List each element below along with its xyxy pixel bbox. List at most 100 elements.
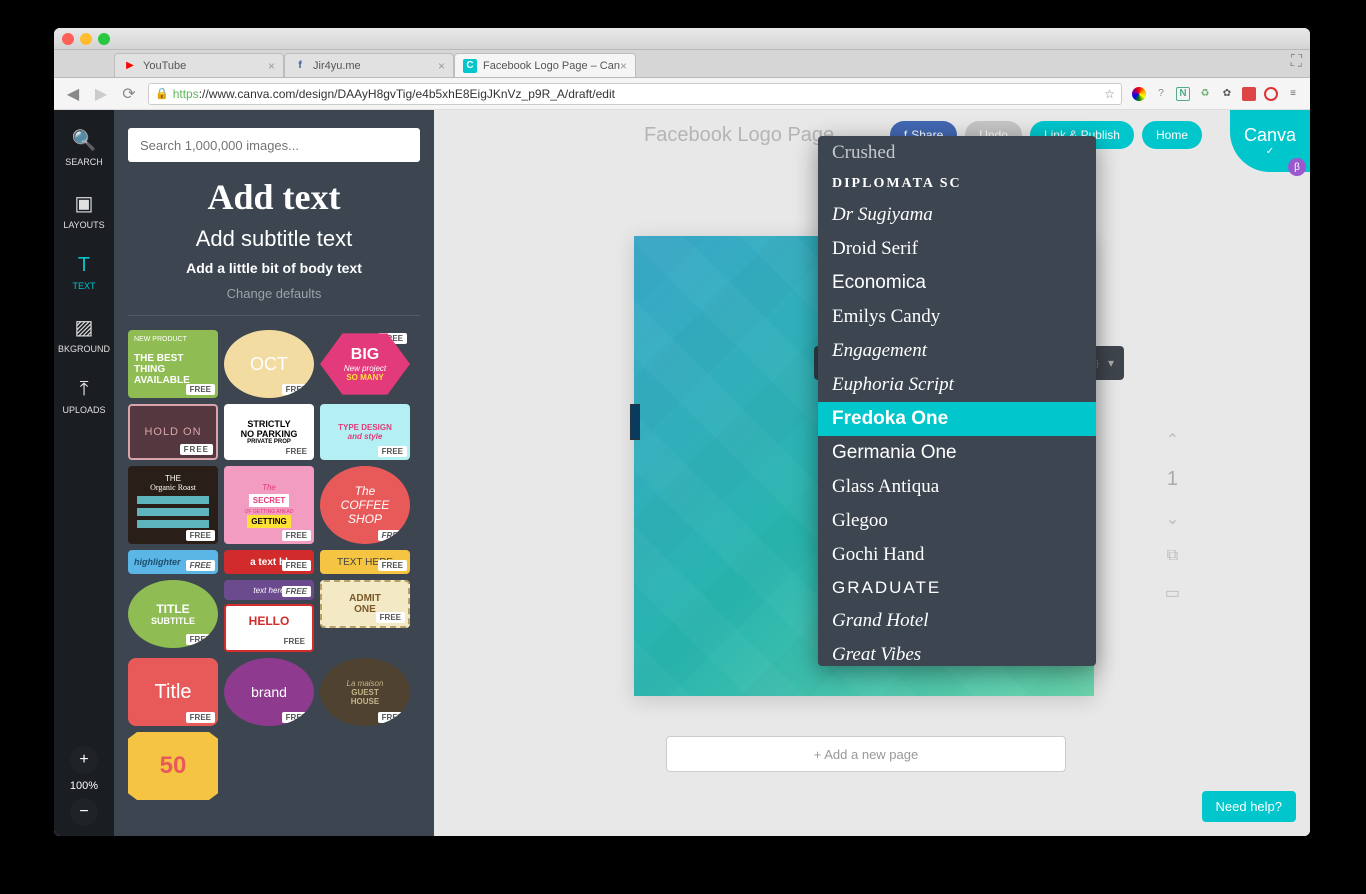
template-item[interactable]: TEXT HEREFREE <box>320 550 410 574</box>
template-item[interactable]: TheSECRETOF GETTING AHEADGETTINGFREE <box>224 466 314 544</box>
ext-icon[interactable] <box>1242 87 1256 101</box>
template-item[interactable]: TYPE DESIGNand styleFREE <box>320 404 410 460</box>
url-path: ://www.canva.com/design/DAAyH8gvTig/e4b5… <box>199 87 615 101</box>
font-option[interactable]: Economica <box>818 266 1096 300</box>
back-button[interactable]: ◀ <box>64 85 82 103</box>
add-heading-button[interactable]: Add text <box>128 176 420 218</box>
nav-uploads[interactable]: ⤒UPLOADS <box>62 378 105 415</box>
tab-jir4yu[interactable]: f Jir4yu.me × <box>284 53 454 77</box>
settings-icon[interactable]: ✿ <box>1220 87 1234 101</box>
add-page-button[interactable]: + Add a new page <box>666 736 1066 772</box>
help-button[interactable]: Need help? <box>1202 791 1297 822</box>
font-option[interactable]: Crushed <box>818 136 1096 170</box>
url-input[interactable]: 🔒 https://www.canva.com/design/DAAyH8gvT… <box>148 83 1122 105</box>
left-nav: 🔍SEARCH ▣LAYOUTS TTEXT ▨BKGROUND ⤒UPLOAD… <box>54 110 114 836</box>
extension-icons: ? N ♻ ✿ ≡ <box>1132 87 1300 101</box>
chevron-up-icon[interactable]: ⌃ <box>1166 430 1179 450</box>
template-item[interactable]: TITLESUBTITLEFREE <box>128 580 218 648</box>
tab-label: Jir4yu.me <box>313 60 361 72</box>
home-button[interactable]: Home <box>1142 121 1202 149</box>
ext-icon[interactable] <box>1264 87 1278 101</box>
zoom-value: 100% <box>54 780 114 792</box>
template-item[interactable]: OCTFREE <box>224 330 314 398</box>
chevron-down-icon[interactable]: ▾ <box>1108 356 1114 370</box>
fullscreen-icon[interactable]: ⛶ <box>1291 53 1302 71</box>
font-option[interactable]: Germania One <box>818 436 1096 470</box>
font-option[interactable]: Gochi Hand <box>818 538 1096 572</box>
ext-icon[interactable] <box>1132 87 1146 101</box>
close-tab-icon[interactable]: × <box>620 59 627 73</box>
minimize-window-button[interactable] <box>80 33 92 45</box>
template-item[interactable]: a text blFREE <box>224 550 314 574</box>
font-option-selected[interactable]: Fredoka One <box>818 402 1096 436</box>
search-input[interactable] <box>128 128 420 162</box>
nav-text[interactable]: TTEXT <box>72 254 95 291</box>
reload-button[interactable]: ⟳ <box>120 85 138 103</box>
beta-badge: β <box>1288 158 1306 176</box>
font-dropdown: Crushed Diplomata SC Dr Sugiyama Droid S… <box>818 136 1096 666</box>
zoom-in-button[interactable]: + <box>70 746 98 774</box>
template-item[interactable]: THEOrganic RoastFREE <box>128 466 218 544</box>
font-option[interactable]: Engagement <box>818 334 1096 368</box>
template-item[interactable]: NEW PRODUCTTHE BEST THING AVAILABLEFREE <box>128 330 218 398</box>
template-item[interactable]: brandFREE <box>224 658 314 726</box>
canva-logo[interactable]: Canva ✓ β <box>1230 110 1310 172</box>
ext-icon[interactable]: ♻ <box>1198 87 1212 101</box>
tab-label: YouTube <box>143 60 186 72</box>
tab-canva[interactable]: C Facebook Logo Page – Can × <box>454 53 636 77</box>
template-item[interactable]: FREEBIGNew projectSO MANY <box>320 330 410 398</box>
chevron-down-icon[interactable]: ⌄ <box>1166 509 1179 529</box>
change-defaults-link[interactable]: Change defaults <box>128 286 420 316</box>
template-item[interactable]: TitleFREE <box>128 658 218 726</box>
maximize-window-button[interactable] <box>98 33 110 45</box>
nav-layouts[interactable]: ▣LAYOUTS <box>63 191 104 230</box>
facebook-icon: f <box>293 59 307 73</box>
font-option[interactable]: Glass Antiqua <box>818 470 1096 504</box>
ext-icon[interactable]: N <box>1176 87 1190 101</box>
tab-strip: ▶ YouTube × f Jir4yu.me × C Facebook Log… <box>54 50 1310 78</box>
text-element-selected[interactable] <box>630 404 640 440</box>
template-item[interactable]: STRICTLYNO PARKINGPRIVATE PROPFREE <box>224 404 314 460</box>
upload-icon: ⤒ <box>62 378 105 401</box>
template-item[interactable]: La maisonGUESTHOUSEFREE <box>320 658 410 726</box>
template-item[interactable]: TheCOFFEESHOPFREE <box>320 466 410 544</box>
forward-button[interactable]: ▶ <box>92 85 110 103</box>
bookmark-star-icon[interactable]: ☆ <box>1104 87 1115 101</box>
font-option[interactable]: Emilys Candy <box>818 300 1096 334</box>
nav-background[interactable]: ▨BKGROUND <box>58 315 110 354</box>
zoom-out-button[interactable]: − <box>70 798 98 826</box>
template-item[interactable]: highlighterFREE <box>128 550 218 574</box>
font-option[interactable]: Great Vibes <box>818 638 1096 666</box>
font-option[interactable]: Euphoria Script <box>818 368 1096 402</box>
window-titlebar <box>54 28 1310 50</box>
page-number: 1 <box>1167 468 1178 491</box>
template-item[interactable]: ADMITONEFREE <box>320 580 410 628</box>
font-option[interactable]: Grand Hotel <box>818 604 1096 638</box>
font-option[interactable]: Diplomata SC <box>818 170 1096 198</box>
close-tab-icon[interactable]: × <box>438 59 445 73</box>
close-window-button[interactable] <box>62 33 74 45</box>
layouts-icon: ▣ <box>63 191 104 216</box>
page-tools: ⌃ 1 ⌄ ⧉ ▭ <box>1165 430 1180 603</box>
delete-page-icon[interactable]: ▭ <box>1165 583 1180 603</box>
font-option[interactable]: Dr Sugiyama <box>818 198 1096 232</box>
menu-icon[interactable]: ≡ <box>1286 87 1300 101</box>
template-item[interactable]: text hereFREE <box>224 580 314 600</box>
nav-search[interactable]: 🔍SEARCH <box>65 128 103 167</box>
ext-icon[interactable]: ? <box>1154 87 1168 101</box>
add-subtitle-button[interactable]: Add subtitle text <box>128 226 420 252</box>
template-item[interactable]: 50 <box>128 732 218 800</box>
lock-icon: 🔒 <box>155 87 169 100</box>
app-shell: 🔍SEARCH ▣LAYOUTS TTEXT ▨BKGROUND ⤒UPLOAD… <box>54 110 1310 836</box>
search-icon: 🔍 <box>65 128 103 153</box>
font-option[interactable]: Graduate <box>818 572 1096 604</box>
document-title[interactable]: Facebook Logo Page <box>644 124 834 147</box>
tab-youtube[interactable]: ▶ YouTube × <box>114 53 284 77</box>
font-option[interactable]: Droid Serif <box>818 232 1096 266</box>
duplicate-page-icon[interactable]: ⧉ <box>1167 547 1178 565</box>
template-item[interactable]: HOLD ONFREE <box>128 404 218 460</box>
template-item[interactable]: HELLOMY NAME ISYour NameFREE <box>224 604 314 652</box>
font-option[interactable]: Glegoo <box>818 504 1096 538</box>
close-tab-icon[interactable]: × <box>268 59 275 73</box>
add-body-button[interactable]: Add a little bit of body text <box>128 260 420 276</box>
